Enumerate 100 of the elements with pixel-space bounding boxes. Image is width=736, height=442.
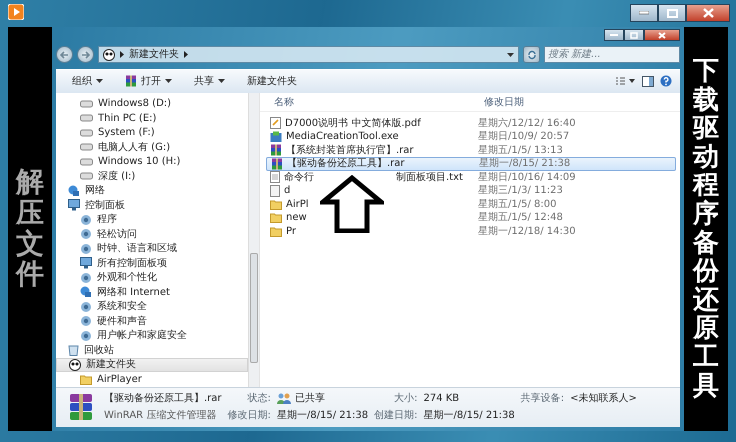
address-bar[interactable]: 新建文件夹 [98, 46, 519, 64]
file-name[interactable]: Pr [286, 224, 296, 239]
recycle-bin-icon [68, 344, 79, 356]
tree-item[interactable]: 深度 (I:) [98, 168, 136, 184]
tree-item[interactable]: 电脑人人有 (G:) [98, 140, 170, 155]
close-icon [658, 32, 666, 39]
search-field[interactable]: 搜索 新建... [544, 46, 680, 64]
view-options-icon [616, 77, 636, 86]
breadcrumb-item[interactable]: 新建文件夹 [129, 47, 179, 62]
field-label: 大小: [393, 392, 418, 406]
file-name[interactable]: MediaCreationTool.exe [286, 129, 399, 144]
folder-icon [270, 212, 282, 224]
tree-item[interactable]: 时钟、语言和区域 [97, 241, 177, 256]
column-header[interactable]: 修改日期 [484, 95, 524, 110]
file-name[interactable]: new [286, 210, 307, 226]
archive-icon [271, 158, 283, 170]
panda-icon [103, 48, 115, 61]
toolbar-button[interactable]: 组织 [64, 72, 111, 90]
up-arrow-drawing [320, 174, 384, 233]
file-date: 星期日/10/16/ 14:09 [478, 170, 576, 184]
file-row-highlight[interactable]: 【驱动备份还原工具】.rar 星期一/8/15/ 21:38 [266, 157, 676, 171]
file-type: WinRAR 压缩文件管理器 [104, 408, 218, 424]
help-icon [660, 75, 672, 88]
preview-pane-icon [642, 76, 654, 87]
file-name[interactable]: d [284, 183, 290, 198]
tree-item[interactable]: AirPlayer [97, 372, 142, 387]
vertical-caption: 解压文件 [16, 167, 44, 290]
file-name[interactable]: 【驱动备份还原工具】.rar [287, 156, 405, 172]
settings-icon [80, 214, 92, 226]
tree-item[interactable]: 新建文件夹 [86, 357, 136, 372]
file-name[interactable]: AirPl [286, 196, 309, 212]
toolbar-button[interactable]: 共享 [186, 72, 233, 90]
file-name[interactable]: 【系统封装首席执行官】.rar [286, 142, 414, 158]
file-name[interactable]: 命令行 [284, 170, 314, 185]
tree-item[interactable]: Windows 10 (H:) [98, 154, 180, 170]
folder-icon [270, 226, 282, 237]
toolbar-button[interactable]: 打开 [117, 72, 180, 90]
tree-item[interactable]: System (F:) [98, 125, 155, 140]
monitor-icon [68, 199, 80, 212]
minimize-button[interactable] [604, 29, 624, 42]
users-icon [276, 392, 291, 405]
tree-item-highlight[interactable]: 新建文件夹 [56, 358, 248, 372]
file-date: 星期一/12/18/ 14:30 [478, 224, 576, 239]
minimize-icon [639, 11, 649, 15]
file-name[interactable]: D7000说明书 中文简体版.pdf [285, 116, 421, 131]
file-date: 星期五/1/5/ 8:00 [478, 198, 556, 212]
drive-icon [80, 172, 93, 180]
toolbar-button[interactable]: 新建文件夹 [239, 72, 305, 90]
tree-item[interactable]: 硬件和声音 [97, 314, 147, 329]
column-header[interactable]: 名称 [260, 95, 484, 110]
file-name: 【驱动备份还原工具】.rar [104, 392, 222, 406]
network-icon [68, 184, 80, 197]
back-button[interactable] [56, 46, 73, 64]
monitor-icon [80, 257, 92, 270]
close-icon [702, 8, 714, 18]
forward-button[interactable] [77, 46, 94, 64]
minimize-button[interactable] [630, 4, 658, 22]
tree-item[interactable]: 网络和 Internet [97, 284, 170, 300]
tree-item[interactable]: 所有控制面板项 [97, 256, 167, 271]
settings-icon [80, 272, 92, 284]
field-value: 已共享 [294, 392, 325, 406]
file-name[interactable]: 制面板项目.txt [396, 170, 463, 185]
file-date: 星期六/12/12/ 16:40 [478, 116, 576, 130]
tree-item[interactable]: 用户帐户和家庭安全 [97, 328, 187, 344]
drive-icon [80, 100, 93, 108]
tree-item[interactable]: Thin PC (E:) [98, 110, 156, 126]
tree-item[interactable]: 程序 [97, 212, 117, 228]
file-icon [270, 184, 280, 197]
settings-icon [80, 228, 92, 240]
settings-icon [80, 242, 92, 255]
folder-icon [270, 198, 282, 210]
text-file-icon [270, 171, 280, 184]
maximize-button[interactable] [658, 4, 686, 22]
tree-item[interactable]: 系统和安全 [97, 299, 147, 314]
maximize-button[interactable] [624, 29, 644, 42]
field-value: <未知联系人> [570, 392, 637, 406]
player-logo-icon [8, 4, 24, 20]
maximize-icon [630, 32, 638, 39]
application-icon [270, 130, 282, 143]
tree-item[interactable]: Windows8 (D:) [98, 96, 172, 112]
drive-icon [80, 114, 93, 122]
settings-icon [80, 315, 92, 328]
drive-icon [80, 128, 93, 137]
close-button[interactable] [644, 29, 680, 42]
file-date: 星期一/8/15/ 21:38 [479, 156, 570, 172]
chevron-icon [120, 51, 124, 58]
caret-icon [507, 52, 514, 57]
tree-item[interactable]: 控制面板 [85, 198, 125, 213]
settings-icon [80, 330, 92, 342]
tree-item[interactable]: 外观和个性化 [97, 270, 157, 286]
minimize-icon [610, 34, 618, 37]
drive-icon [80, 158, 93, 166]
close-button[interactable] [686, 4, 730, 22]
tree-item[interactable]: 网络 [85, 183, 105, 198]
tree-item[interactable]: 轻松访问 [97, 226, 137, 242]
forward-arrow-icon [81, 50, 90, 59]
tree-item[interactable]: 回收站 [84, 342, 114, 358]
scrollbar[interactable] [248, 92, 259, 387]
refresh-button[interactable] [523, 46, 540, 64]
archive-icon [270, 144, 282, 156]
